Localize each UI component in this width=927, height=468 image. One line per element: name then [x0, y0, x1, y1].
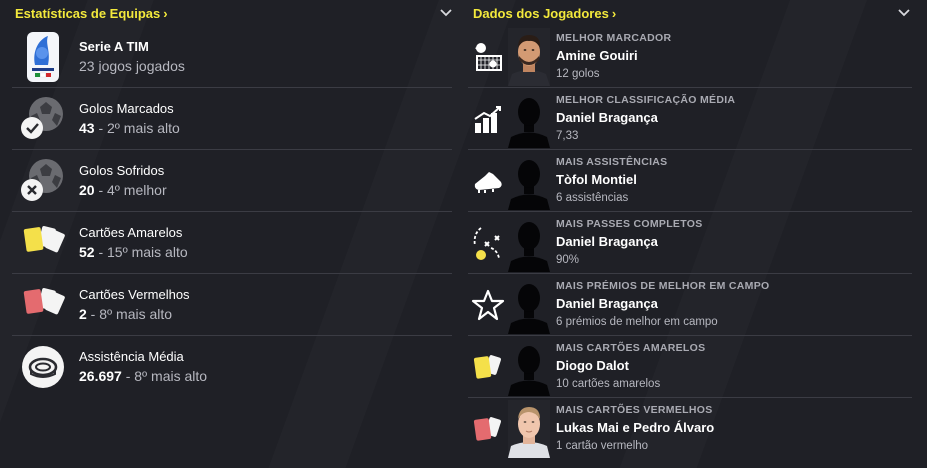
league-name: Serie A TIM	[79, 38, 149, 54]
player-row-most-red-cards[interactable]: MAIS CARTÕES VERMELHOS Lukas Mai e Pedro…	[468, 398, 912, 460]
attendance-value: 26.697	[79, 368, 122, 384]
chevron-right-icon: ›	[611, 5, 617, 21]
goals-scored-label: Golos Marcados	[79, 100, 174, 116]
player-photo[interactable]	[508, 400, 550, 458]
serie-a-logo	[12, 28, 74, 86]
attendance-label: Assistência Média	[79, 349, 184, 364]
category-label: MAIS CARTÕES AMARELOS	[556, 341, 706, 354]
player-name-link[interactable]: Daniel Bragança	[556, 108, 735, 128]
player-silhouette[interactable]	[508, 276, 550, 334]
stat-value: 10 cartões amarelos	[556, 377, 661, 390]
player-name-link[interactable]: Tòfol Montiel	[556, 170, 667, 190]
stat-row-yellow-cards[interactable]: Cartões Amarelos 52 - 15º mais alto	[12, 212, 452, 274]
player-row-most-passes[interactable]: MAIS PASSES COMPLETOS Daniel Bragança 90…	[468, 212, 912, 274]
star-icon	[468, 276, 508, 334]
stat-value: 1 cartão vermelho	[556, 440, 649, 452]
red-cards-rank: - 8º mais alto	[86, 305, 173, 322]
team-stats-header: Estatísticas de Equipas ›	[8, 0, 460, 26]
yellow-cards-label: Cartões Amarelos	[79, 224, 183, 240]
category-label: MAIS ASSISTÊNCIAS	[556, 155, 668, 168]
player-row-top-scorer[interactable]: MELHOR MARCADOR Amine Gouiri 12 golos	[468, 26, 912, 88]
team-stats-panel: Estatísticas de Equipas › Serie A TIM 23…	[8, 0, 460, 398]
stat-value: 6 prémios de melhor em campo	[556, 315, 718, 328]
red-cards-icon	[12, 276, 74, 334]
chevron-down-icon	[898, 9, 910, 17]
collapse-team-stats-button[interactable]	[438, 5, 454, 21]
attendance-rank: - 8º mais alto	[121, 368, 208, 384]
stat-value: 90%	[556, 253, 580, 266]
passes-icon	[468, 214, 508, 272]
player-silhouette[interactable]	[508, 338, 550, 396]
boot-icon	[468, 152, 508, 210]
goals-conceded-rank: - 4º melhor	[94, 181, 167, 198]
chevron-right-icon: ›	[163, 5, 168, 21]
stat-row-red-cards[interactable]: Cartões Vermelhos 2 - 8º mais alto	[12, 274, 452, 336]
team-stats-title-link[interactable]: Estatísticas de Equipas ›	[15, 6, 168, 21]
stat-value: 6 assistências	[556, 191, 629, 204]
stat-row-goals-scored[interactable]: Golos Marcados 43 - 2º mais alto	[12, 88, 452, 150]
games-played: 23 jogos jogados	[79, 57, 185, 74]
red-cards-label: Cartões Vermelhos	[79, 286, 190, 302]
chevron-down-icon	[440, 9, 452, 17]
category-label: MELHOR CLASSIFICAÇÃO MÉDIA	[556, 93, 736, 106]
stat-value: 7,33	[556, 129, 579, 142]
stat-row-goals-conceded[interactable]: Golos Sofridos 20 - 4º melhor	[12, 150, 452, 212]
player-name-link[interactable]: Diogo Dalot	[556, 356, 705, 376]
stadium-icon	[12, 338, 74, 396]
category-label: MAIS PRÉMIOS DE MELHOR EM CAMPO	[556, 279, 770, 292]
rating-bars-icon	[468, 90, 508, 148]
goals-conceded-label: Golos Sofridos	[79, 162, 165, 178]
player-row-most-assists[interactable]: MAIS ASSISTÊNCIAS Tòfol Montiel 6 assist…	[468, 150, 912, 212]
player-photo[interactable]	[508, 27, 550, 86]
player-row-best-rating[interactable]: MELHOR CLASSIFICAÇÃO MÉDIA Daniel Bragan…	[468, 88, 912, 150]
goal-net-icon	[468, 28, 508, 86]
category-label: MAIS CARTÕES VERMELHOS	[556, 404, 713, 416]
stat-value: 12 golos	[556, 67, 600, 80]
yellow-cards-rank: - 15º mais alto	[94, 243, 188, 260]
yellow-cards-value: 52	[79, 243, 95, 260]
team-stats-title: Estatísticas de Equipas	[15, 5, 161, 21]
player-row-most-potm[interactable]: MAIS PRÉMIOS DE MELHOR EM CAMPO Daniel B…	[468, 274, 912, 336]
player-name-link[interactable]: Lukas Mai e Pedro Álvaro	[556, 418, 714, 438]
stat-row-league[interactable]: Serie A TIM 23 jogos jogados	[12, 26, 452, 88]
collapse-player-stats-button[interactable]	[896, 5, 912, 21]
yellow-card-icon	[468, 338, 508, 396]
stat-row-attendance[interactable]: Assistência Média 26.697 - 8º mais alto	[12, 336, 452, 398]
player-name-link[interactable]: Daniel Bragança	[556, 232, 703, 252]
ball-check-icon	[12, 90, 74, 148]
player-silhouette[interactable]	[508, 214, 550, 272]
player-stats-title: Dados dos Jogadores	[473, 5, 609, 21]
category-label: MELHOR MARCADOR	[556, 31, 672, 44]
player-row-most-yellow-cards[interactable]: MAIS CARTÕES AMARELOS Diogo Dalot 10 car…	[468, 336, 912, 398]
player-silhouette[interactable]	[508, 152, 550, 210]
player-name-link[interactable]: Amine Gouiri	[556, 46, 671, 66]
yellow-cards-icon	[12, 214, 74, 272]
player-stats-panel: Dados dos Jogadores › MELHOR MARCADOR Am…	[466, 0, 918, 460]
player-stats-title-link[interactable]: Dados dos Jogadores ›	[473, 6, 616, 21]
ball-cross-icon	[12, 152, 74, 210]
goals-scored-rank: - 2º mais alto	[94, 119, 180, 136]
player-stats-header: Dados dos Jogadores ›	[466, 0, 918, 26]
player-name-link[interactable]: Daniel Bragança	[556, 294, 769, 314]
red-card-icon	[468, 400, 508, 458]
red-cards-value: 2	[79, 305, 87, 322]
goals-scored-value: 43	[79, 119, 95, 136]
player-silhouette[interactable]	[508, 90, 550, 148]
category-label: MAIS PASSES COMPLETOS	[556, 217, 703, 230]
goals-conceded-value: 20	[79, 181, 95, 198]
